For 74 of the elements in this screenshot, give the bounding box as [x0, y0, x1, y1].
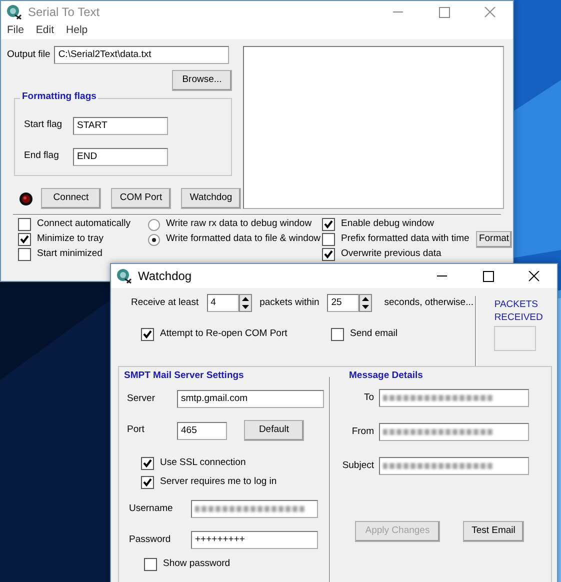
- window-title: Serial To Text: [28, 4, 100, 21]
- field-label: seconds, otherwise...: [384, 296, 474, 310]
- checkbox[interactable]: [141, 476, 154, 488]
- checkbox[interactable]: [18, 248, 31, 261]
- checkbox-label: Server requires me to log in: [160, 474, 277, 489]
- counter-box: [494, 326, 536, 351]
- field-label: End flag: [24, 149, 60, 164]
- menu-item[interactable]: Help: [66, 23, 88, 39]
- checkbox[interactable]: [331, 328, 344, 340]
- field-label: packets within: [260, 296, 320, 310]
- input-field[interactable]: [379, 457, 529, 475]
- input-field[interactable]: +++++++++: [191, 531, 318, 549]
- radio-label: Write formatted data to file & window: [166, 232, 321, 246]
- close-icon[interactable]: [528, 270, 540, 282]
- checkbox-label: Send email: [350, 326, 398, 341]
- checkbox-label: Use SSL connection: [160, 456, 246, 470]
- radio-button[interactable]: [148, 218, 160, 230]
- checkbox[interactable]: [322, 218, 335, 231]
- checkbox[interactable]: [141, 456, 154, 470]
- field-label: Output file: [7, 48, 50, 62]
- checkbox[interactable]: [322, 233, 335, 246]
- checkbox-label: Start minimized: [37, 247, 102, 262]
- checkbox[interactable]: [18, 233, 31, 246]
- group-title: Formatting flags: [20, 91, 98, 103]
- menu-item[interactable]: Edit: [36, 23, 54, 39]
- window-button[interactable]: Watchdog: [181, 188, 241, 209]
- number-field[interactable]: 25: [327, 294, 360, 312]
- format-button[interactable]: Format: [476, 231, 512, 248]
- app-icon: [116, 268, 132, 284]
- maximize-icon[interactable]: [482, 270, 494, 282]
- window-title: Watchdog: [138, 268, 192, 285]
- checkbox-label: Minimize to tray: [37, 232, 104, 246]
- app-icon: [6, 4, 22, 20]
- window-button[interactable]: Test Email: [463, 521, 524, 542]
- radio-label: Write raw rx data to debug window: [166, 217, 312, 232]
- section-title: Message Details: [349, 370, 424, 382]
- field-label: Server: [127, 392, 156, 406]
- checkbox-label: Prefix formatted data with time: [341, 232, 470, 246]
- window-button[interactable]: Connect: [41, 188, 101, 209]
- field-label: Start flag: [24, 118, 64, 132]
- field-label: Password: [129, 532, 172, 547]
- panel-label: PACKETS RECEIVED: [494, 298, 544, 324]
- checkbox-label: Connect automatically: [37, 217, 130, 232]
- spin-buttons[interactable]: [359, 294, 372, 312]
- input-field[interactable]: 465: [177, 422, 227, 440]
- checkbox[interactable]: [141, 328, 154, 340]
- input-field[interactable]: [191, 500, 318, 518]
- checkbox-label: Attempt to Re-open COM Port: [160, 326, 288, 341]
- checkbox[interactable]: [18, 218, 31, 231]
- field-label: From: [350, 424, 374, 439]
- input-field[interactable]: [379, 423, 529, 441]
- field-label: To: [362, 390, 374, 405]
- spin-buttons[interactable]: [238, 294, 252, 312]
- field-label: Port: [127, 423, 146, 438]
- section-title: SMPT Mail Server Settings: [124, 370, 245, 382]
- checkbox[interactable]: [144, 558, 157, 570]
- checkbox[interactable]: [322, 248, 335, 261]
- menu-item[interactable]: File: [7, 23, 24, 39]
- field-label: Subject: [341, 458, 374, 473]
- number-field[interactable]: 4: [206, 294, 239, 312]
- window-button[interactable]: COM Port: [111, 188, 171, 209]
- field-label: Receive at least: [131, 296, 199, 310]
- radio-button[interactable]: [148, 234, 160, 246]
- input-field[interactable]: [379, 389, 529, 407]
- input-field[interactable]: START: [73, 116, 168, 134]
- browse-button[interactable]: Browse...: [172, 70, 232, 91]
- input-field[interactable]: smtp.gmail.com: [177, 390, 324, 408]
- input-field[interactable]: C:\Serial2Text\data.txt: [54, 46, 230, 64]
- default-button[interactable]: Default: [244, 420, 304, 441]
- checkbox-label: Show password: [163, 556, 230, 571]
- field-label: Username: [129, 502, 174, 516]
- checkbox-label: Enable debug window: [341, 217, 434, 232]
- input-field[interactable]: END: [73, 148, 168, 166]
- checkbox-label: Overwrite previous data: [341, 247, 442, 262]
